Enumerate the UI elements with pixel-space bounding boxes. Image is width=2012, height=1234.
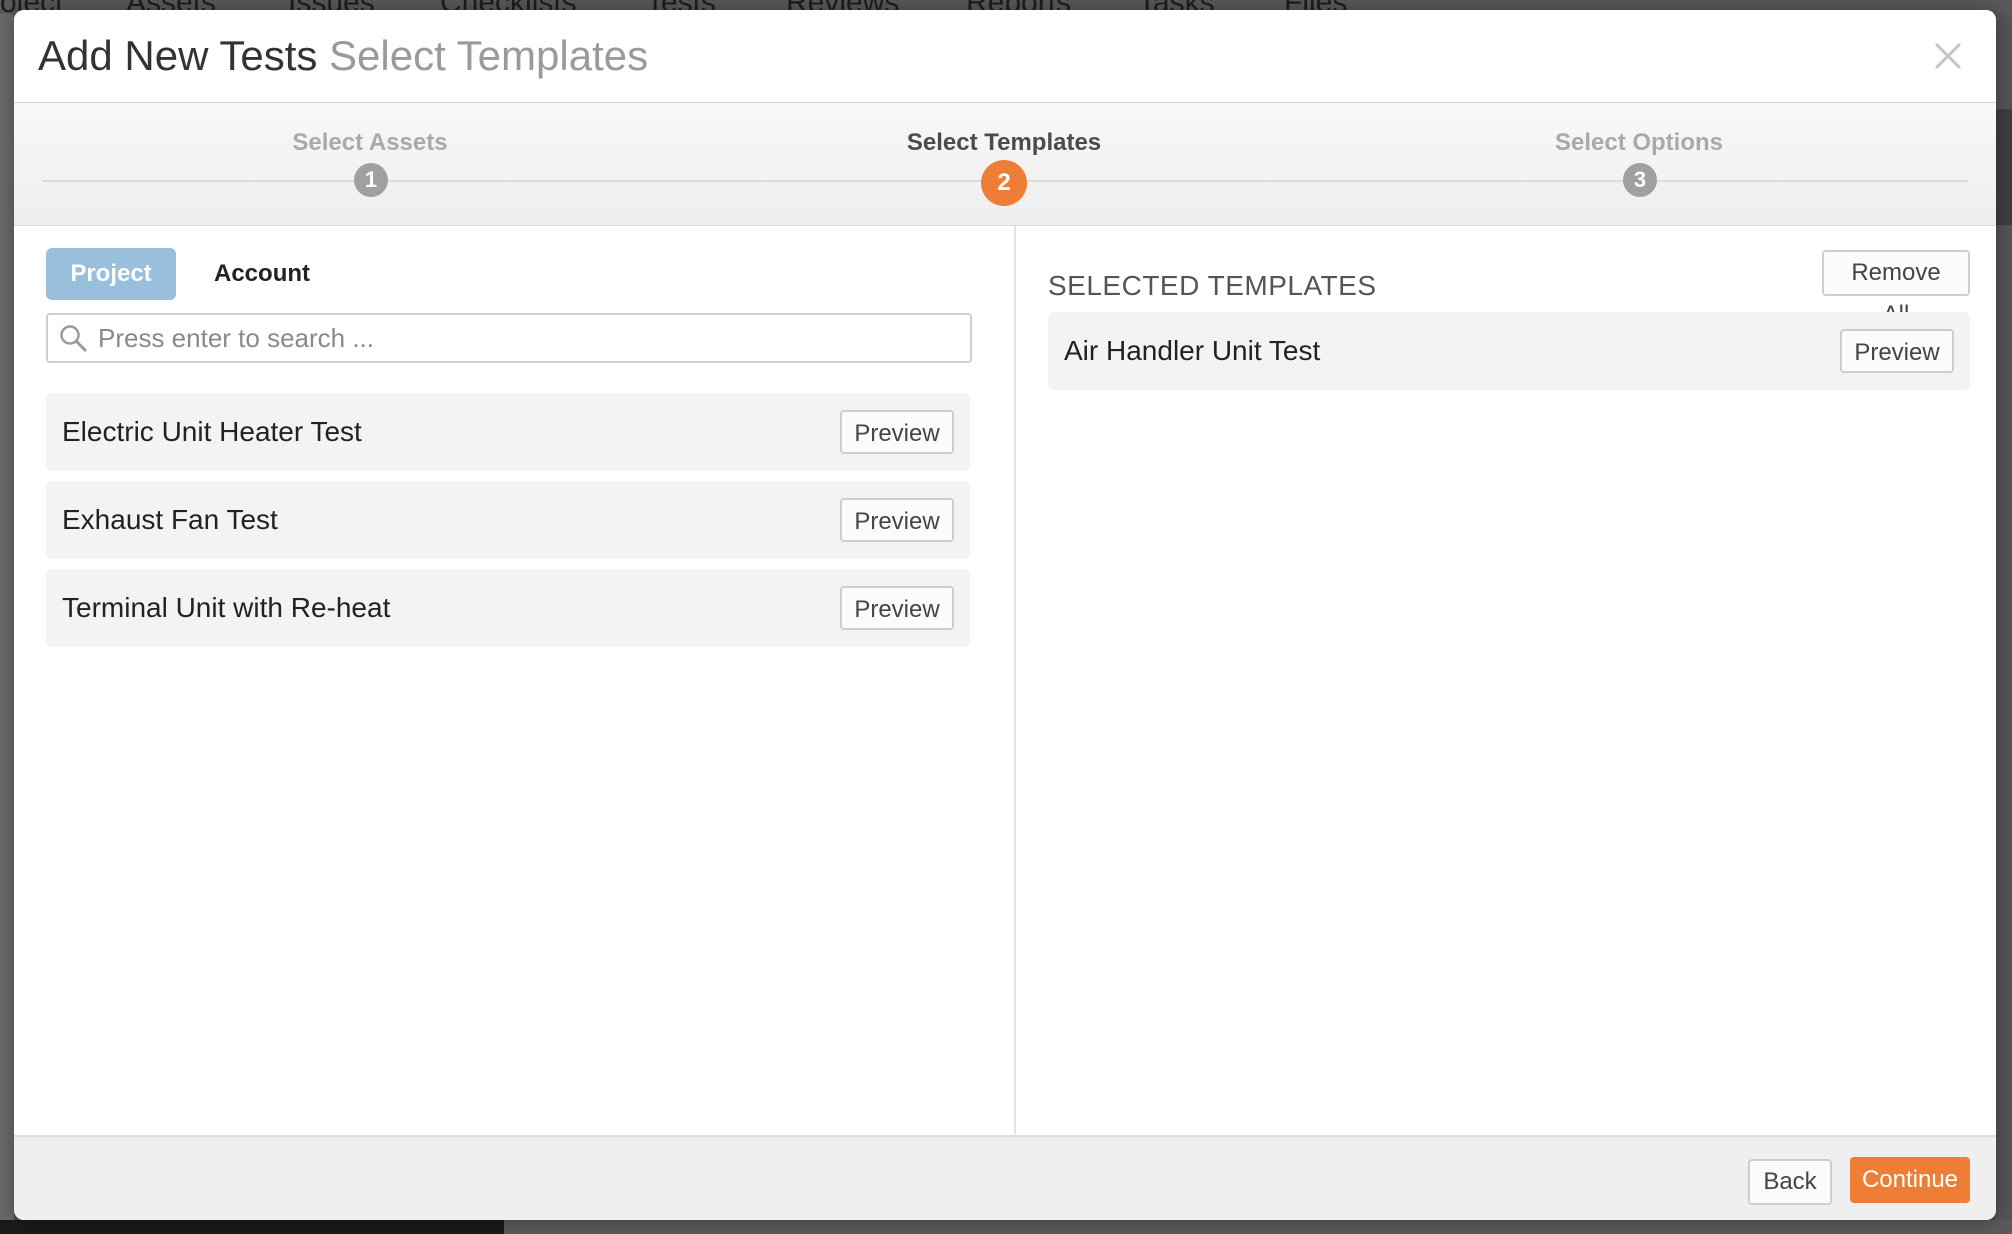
step-label: Select Options [1554,129,1724,156]
preview-button[interactable]: Preview [840,498,954,542]
background-footer [0,1220,2012,1234]
template-name: Terminal Unit with Re-heat [62,592,391,623]
selected-templates-heading: SELECTED TEMPLATES [1048,270,1377,301]
step-select-assets[interactable]: Select Assets 1 [170,103,570,225]
preview-button[interactable]: Preview [840,586,954,630]
template-name: Exhaust Fan Test [62,504,278,535]
remove-all-button[interactable]: Remove All [1822,250,1970,328]
step-number: 3 [1623,163,1657,197]
tab-account[interactable]: Account [202,248,322,300]
continue-button[interactable]: Continue [1850,1157,1970,1203]
step-number: 1 [354,163,388,197]
step-select-options: Select Options 3 [1439,103,1839,225]
selected-template-name: Air Handler Unit Test [1064,335,1321,366]
search-icon [58,323,88,353]
preview-button[interactable]: Preview [1840,329,1954,373]
background-scrollbar [1994,14,2012,1234]
column-divider [1014,226,1016,1134]
step-label: Select Templates [906,129,1102,156]
template-row[interactable]: Exhaust Fan Test Preview [46,481,970,559]
modal-header: Add New Tests Select Templates [14,10,1996,103]
template-row[interactable]: Terminal Unit with Re-heat Preview [46,569,970,647]
preview-button[interactable]: Preview [840,410,954,454]
selected-template-row[interactable]: Air Handler Unit Test Preview [1048,312,1970,390]
step-number: 2 [981,160,1027,206]
step-select-templates: Select Templates 2 [804,103,1204,225]
modal-title: Add New Tests Select Templates [38,32,648,80]
wizard-steps: Select Assets 1 Select Templates 2 Selec… [14,103,1996,226]
search-input[interactable] [96,319,960,357]
modal-title-subtitle: Select Templates [329,32,649,79]
tab-project[interactable]: Project [46,248,176,300]
step-label: Select Assets [292,129,448,156]
back-button[interactable]: Back [1748,1159,1832,1205]
add-tests-modal: Add New Tests Select Templates Select As… [14,10,1996,1220]
template-name: Electric Unit Heater Test [62,416,362,447]
modal-title-main: Add New Tests [38,32,318,79]
close-icon[interactable] [1928,36,1968,76]
template-row[interactable]: Electric Unit Heater Test Preview [46,393,970,471]
modal-footer: Back Continue [14,1135,1996,1220]
search-box [46,313,972,363]
background-sidebar [0,14,14,1234]
